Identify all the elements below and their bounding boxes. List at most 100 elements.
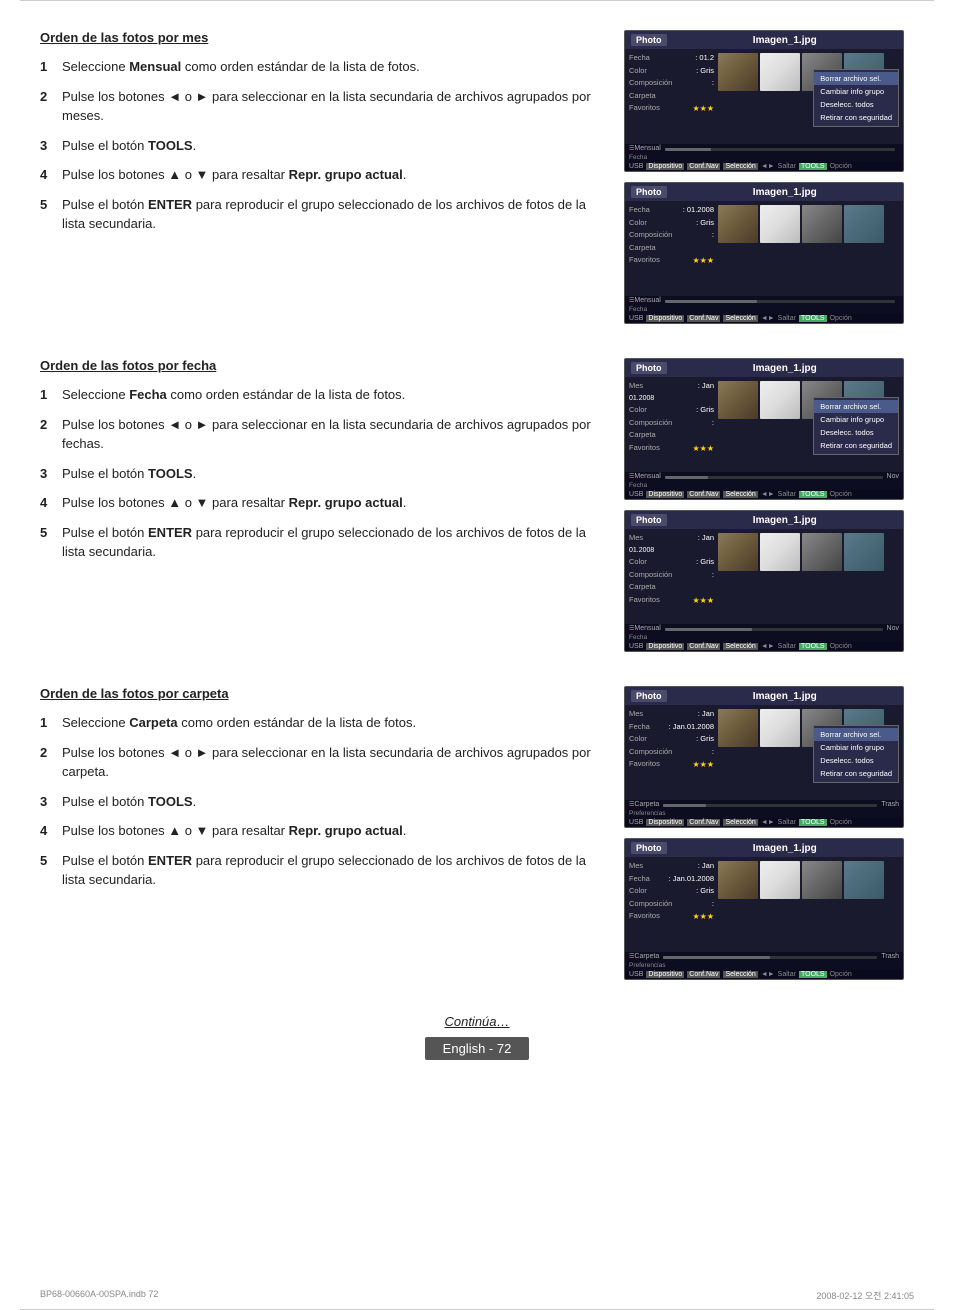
instruction-mes-3: 3 Pulse el botón TOOLS. bbox=[40, 136, 604, 156]
instruction-num: 2 bbox=[40, 87, 54, 126]
menu-item: Borrar archivo sel. bbox=[814, 728, 898, 741]
instruction-text: Pulse los botones ◄ o ► para seleccionar… bbox=[62, 87, 604, 126]
panel-filename: Imagen_1.jpg bbox=[673, 187, 898, 198]
panel-header-fecha-1: Photo Imagen_1.jpg bbox=[625, 359, 903, 377]
sidebar-row: Fecha: 01.2008 bbox=[629, 205, 714, 216]
sidebar-row: Carpeta bbox=[629, 430, 714, 441]
instruction-text: Pulse el botón TOOLS. bbox=[62, 136, 604, 156]
instruction-mes-1: 1 Seleccione Mensual como orden estándar… bbox=[40, 57, 604, 77]
photo-label: Photo bbox=[631, 514, 667, 526]
instruction-mes-4: 4 Pulse los botones ▲ o ▼ para resaltar … bbox=[40, 165, 604, 185]
instruction-carpeta-5: 5 Pulse el botón ENTER para reproducir e… bbox=[40, 851, 604, 890]
panel-label-line: ☰ Mensual bbox=[625, 296, 903, 305]
panel-header-carpeta-2: Photo Imagen_1.jpg bbox=[625, 839, 903, 857]
panel-filename: Imagen_1.jpg bbox=[673, 363, 898, 374]
panel-body-carpeta-2: Mes: Jan Fecha: Jan.01.2008 Color: Gris … bbox=[625, 857, 903, 952]
screen-panel-carpeta-2: Photo Imagen_1.jpg Mes: Jan Fecha: Jan.0… bbox=[624, 838, 904, 980]
thumbnail bbox=[718, 533, 758, 571]
sidebar-row: Composición: bbox=[629, 230, 714, 241]
panel-filename: Imagen_1.jpg bbox=[673, 691, 898, 702]
instruction-fecha-1: 1 Seleccione Fecha como orden estándar d… bbox=[40, 385, 604, 405]
panel-sidebar-fecha-2: Mes: Jan 01.2008 Color: Gris Composición… bbox=[629, 533, 714, 620]
panel-label-line: ☰ Mensual Nov bbox=[625, 624, 903, 633]
panel-body-fecha-1: Mes: Jan 01.2008 Color: Gris Composición… bbox=[625, 377, 903, 472]
instruction-num: 4 bbox=[40, 165, 54, 185]
panel-nav-line: USB Dispositivo Conf.Nav Selección ◄► Sa… bbox=[625, 970, 903, 979]
instruction-fecha-2: 2 Pulse los botones ◄ o ► para seleccion… bbox=[40, 415, 604, 454]
instruction-mes-5: 5 Pulse el botón ENTER para reproducir e… bbox=[40, 195, 604, 234]
panel-label-line: ☰ Mensual Nov bbox=[625, 472, 903, 481]
instruction-text: Pulse el botón ENTER para reproducir el … bbox=[62, 195, 604, 234]
section-title-mes: Orden de las fotos por mes bbox=[40, 30, 604, 45]
thumbnail bbox=[718, 381, 758, 419]
right-col-fecha: Photo Imagen_1.jpg Mes: Jan 01.2008 Colo… bbox=[624, 358, 914, 666]
panel-label-line: ☰ Carpeta Trash bbox=[625, 952, 903, 961]
thumbnail bbox=[760, 709, 800, 747]
screen-panel-fecha-2: Photo Imagen_1.jpg Mes: Jan 01.2008 Colo… bbox=[624, 510, 904, 652]
panel-body-mes-2: Fecha: 01.2008 Color: Gris Composición: … bbox=[625, 201, 903, 296]
section-mes: Orden de las fotos por mes 1 Seleccione … bbox=[40, 30, 914, 338]
panel-header-fecha-2: Photo Imagen_1.jpg bbox=[625, 511, 903, 529]
thumbnail bbox=[802, 533, 842, 571]
menu-item: Retirar con seguridad bbox=[814, 767, 898, 780]
instruction-carpeta-2: 2 Pulse los botones ◄ o ► para seleccion… bbox=[40, 743, 604, 782]
instruction-mes-2: 2 Pulse los botones ◄ o ► para seleccion… bbox=[40, 87, 604, 126]
sidebar-row: Composición: bbox=[629, 899, 714, 910]
instruction-text: Pulse los botones ▲ o ▼ para resaltar Re… bbox=[62, 493, 604, 513]
instruction-carpeta-1: 1 Seleccione Carpeta como orden estándar… bbox=[40, 713, 604, 733]
instruction-carpeta-3: 3 Pulse el botón TOOLS. bbox=[40, 792, 604, 812]
section-title-carpeta: Orden de las fotos por carpeta bbox=[40, 686, 604, 701]
panel-group-carpeta: Photo Imagen_1.jpg Mes: Jan Fecha: Jan.0… bbox=[624, 686, 914, 980]
page-badge: English - 72 bbox=[425, 1037, 530, 1060]
panel-thumbnails bbox=[718, 861, 899, 948]
thumbnail bbox=[718, 709, 758, 747]
section-fecha: Orden de las fotos por fecha 1 Seleccion… bbox=[40, 358, 914, 666]
page-border-top bbox=[20, 0, 934, 1]
panel-label-nav: Preferencias bbox=[625, 809, 903, 818]
instruction-num: 2 bbox=[40, 743, 54, 782]
menu-item: Retirar con seguridad bbox=[814, 439, 898, 452]
panel-label-line: ☰ Mensual bbox=[625, 144, 903, 153]
panel-menu-carpeta-1: Borrar archivo sel. Cambiar info grupo D… bbox=[813, 725, 899, 783]
screen-panel-mes-2: Photo Imagen_1.jpg Fecha: 01.2008 Color:… bbox=[624, 182, 904, 324]
panel-sidebar-mes-1: Fecha: 01.2 Color: Gris Composición: Car… bbox=[629, 53, 714, 140]
sidebar-row: Favoritos★★★ bbox=[629, 759, 714, 770]
content-area-fecha: Orden de las fotos por fecha 1 Seleccion… bbox=[40, 358, 914, 666]
page: Orden de las fotos por mes 1 Seleccione … bbox=[0, 0, 954, 1310]
instruction-num: 4 bbox=[40, 821, 54, 841]
instruction-num: 5 bbox=[40, 851, 54, 890]
panel-header-carpeta-1: Photo Imagen_1.jpg bbox=[625, 687, 903, 705]
right-col-carpeta: Photo Imagen_1.jpg Mes: Jan Fecha: Jan.0… bbox=[624, 686, 914, 994]
left-col-mes: Orden de las fotos por mes 1 Seleccione … bbox=[40, 30, 604, 338]
panel-filename: Imagen_1.jpg bbox=[673, 843, 898, 854]
instruction-carpeta-4: 4 Pulse los botones ▲ o ▼ para resaltar … bbox=[40, 821, 604, 841]
sidebar-row: Mes: Jan bbox=[629, 861, 714, 872]
sidebar-row: Composición: bbox=[629, 78, 714, 89]
panel-menu-fecha-1: Borrar archivo sel. Cambiar info grupo D… bbox=[813, 397, 899, 455]
sidebar-row: Favoritos★★★ bbox=[629, 255, 714, 266]
panel-group-mes: Photo Imagen_1.jpg Fecha: 01.2 Color: Gr… bbox=[624, 30, 914, 324]
panel-body-carpeta-1: Mes: Jan Fecha: Jan.01.2008 Color: Gris … bbox=[625, 705, 903, 800]
instruction-num: 1 bbox=[40, 385, 54, 405]
sidebar-row: 01.2008 bbox=[629, 394, 714, 404]
sidebar-row: Color: Gris bbox=[629, 734, 714, 745]
instruction-fecha-3: 3 Pulse el botón TOOLS. bbox=[40, 464, 604, 484]
instruction-fecha-5: 5 Pulse el botón ENTER para reproducir e… bbox=[40, 523, 604, 562]
thumbnail bbox=[844, 533, 884, 571]
sidebar-row: Fecha: Jan.01.2008 bbox=[629, 722, 714, 733]
menu-item: Borrar archivo sel. bbox=[814, 400, 898, 413]
sidebar-row: Fecha: 01.2 bbox=[629, 53, 714, 64]
thumbnail bbox=[802, 861, 842, 899]
sidebar-row: Fecha: Jan.01.2008 bbox=[629, 874, 714, 885]
photo-label: Photo bbox=[631, 690, 667, 702]
panel-filename: Imagen_1.jpg bbox=[673, 515, 898, 526]
doc-left: BP68-00660A-00SPA.indb 72 bbox=[40, 1289, 158, 1302]
panel-thumbnails bbox=[718, 533, 899, 620]
instruction-text: Pulse los botones ▲ o ▼ para resaltar Re… bbox=[62, 821, 604, 841]
thumbnail bbox=[760, 53, 800, 91]
thumbnail bbox=[802, 205, 842, 243]
panel-label-nav: Fecha bbox=[625, 305, 903, 314]
instruction-num: 3 bbox=[40, 136, 54, 156]
menu-item: Deselecc. todos bbox=[814, 426, 898, 439]
instruction-text: Pulse el botón TOOLS. bbox=[62, 464, 604, 484]
